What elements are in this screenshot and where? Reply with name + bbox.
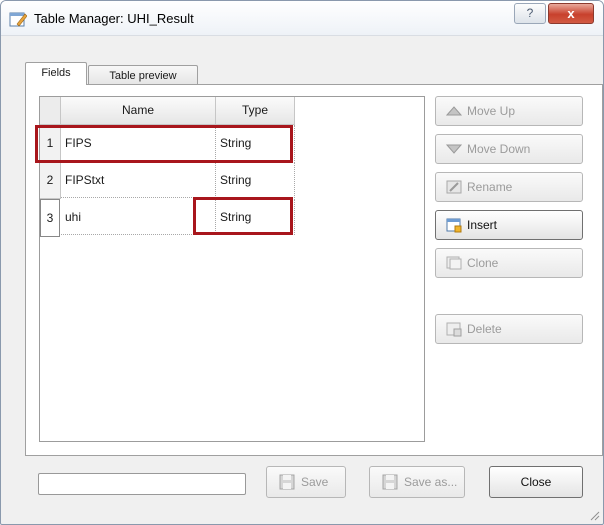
delete-button[interactable]: Delete	[435, 314, 583, 344]
insert-button[interactable]: Insert	[435, 210, 583, 240]
table-cell-name[interactable]: FIPStxt	[61, 162, 216, 198]
floppy-disk-icon	[279, 474, 295, 490]
delete-icon	[446, 322, 462, 337]
move-down-label: Move Down	[467, 142, 531, 156]
column-header-name[interactable]: Name	[61, 97, 216, 125]
close-button[interactable]: Close	[489, 466, 583, 498]
insert-label: Insert	[467, 218, 498, 232]
clone-button[interactable]: Clone	[435, 248, 583, 278]
tab-fields[interactable]: Fields	[25, 62, 87, 85]
rename-icon	[446, 180, 462, 194]
rename-button[interactable]: Rename	[435, 172, 583, 202]
clone-icon	[446, 256, 462, 270]
tab-table-preview[interactable]: Table preview	[88, 65, 198, 86]
triangle-down-icon	[446, 144, 462, 154]
table-cell-name[interactable]: uhi	[61, 199, 216, 235]
clone-label: Clone	[467, 256, 499, 270]
move-down-button[interactable]: Move Down	[435, 134, 583, 164]
resize-grip-icon[interactable]	[588, 509, 600, 521]
table-cell-type[interactable]: String	[216, 199, 295, 235]
row-header[interactable]: 3	[40, 199, 60, 237]
row-header[interactable]: 2	[40, 162, 61, 199]
move-up-label: Move Up	[467, 104, 516, 118]
window-title: Table Manager: UHI_Result	[34, 11, 194, 26]
column-header-type[interactable]: Type	[216, 97, 295, 125]
help-button[interactable]: ?	[514, 3, 546, 24]
rename-label: Rename	[467, 180, 513, 194]
fields-table[interactable]: Name Type 1 FIPS String 2 FIPStxt String…	[39, 96, 425, 442]
insert-field-icon	[446, 218, 462, 233]
move-up-button[interactable]: Move Up	[435, 96, 583, 126]
table-manager-window: Table Manager: UHI_Result ? x Fields Tab…	[0, 0, 604, 525]
window-close-button[interactable]: x	[548, 3, 594, 24]
row-header[interactable]: 1	[40, 125, 61, 162]
save-as-button[interactable]: Save as...	[369, 466, 465, 498]
triangle-up-icon	[446, 106, 462, 116]
save-label: Save	[301, 475, 329, 489]
table-name-field[interactable]	[38, 473, 246, 495]
title-bar: Table Manager: UHI_Result ? x	[1, 1, 603, 36]
floppy-disk-icon	[382, 474, 398, 490]
table-cell-name[interactable]: FIPS	[61, 125, 216, 161]
delete-label: Delete	[467, 322, 502, 336]
save-button[interactable]: Save	[266, 466, 346, 498]
table-manager-icon	[9, 12, 27, 27]
table-cell-type[interactable]: String	[216, 162, 295, 198]
table-corner	[40, 97, 61, 125]
save-as-label: Save as...	[404, 475, 458, 489]
table-cell-type[interactable]: String	[216, 125, 295, 161]
